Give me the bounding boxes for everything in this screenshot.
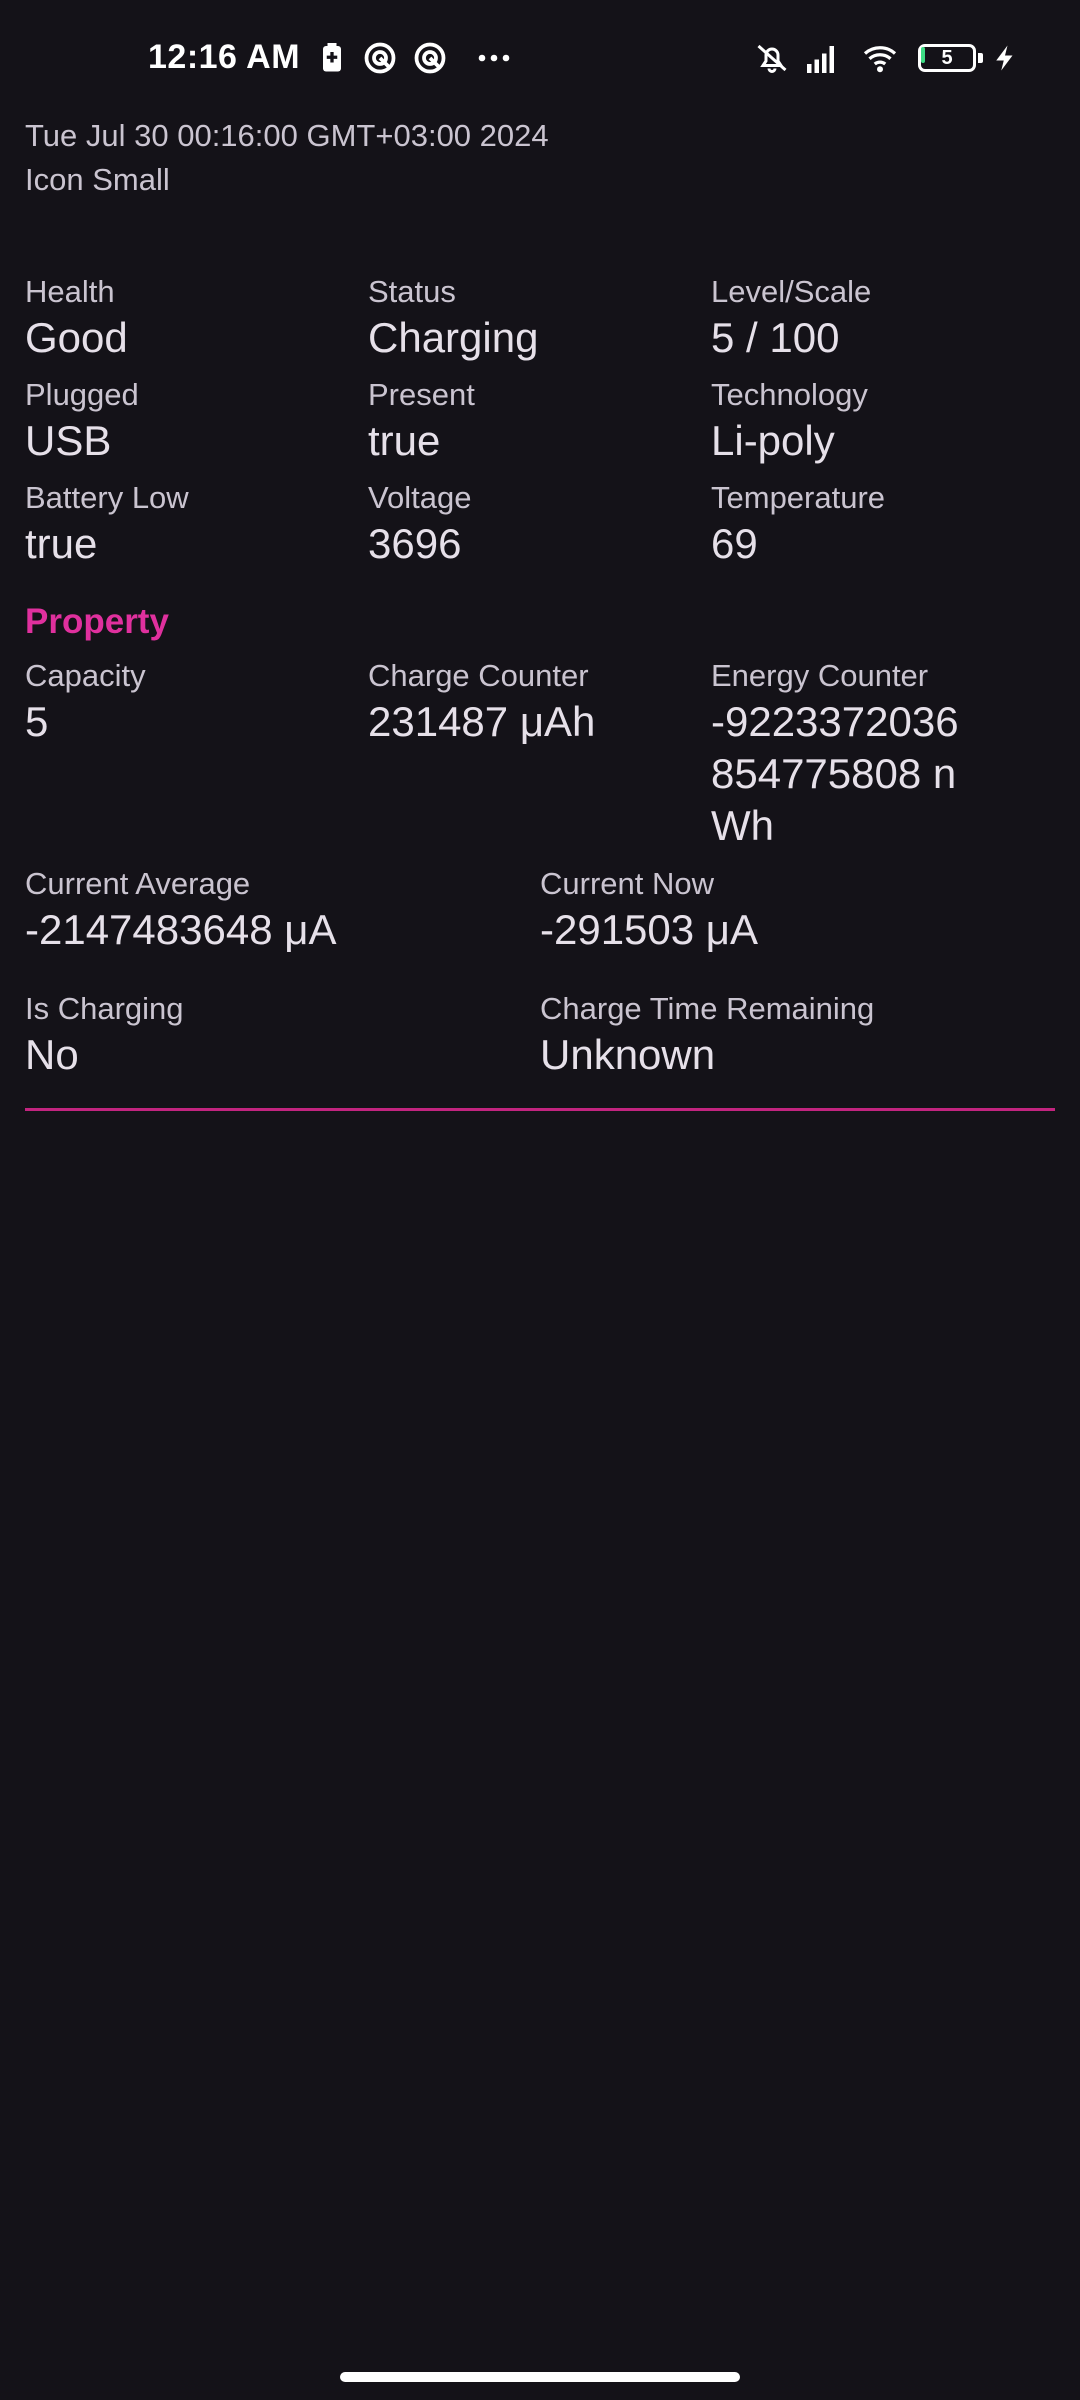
notification-app-icon (362, 40, 398, 76)
status-label: Status (368, 274, 456, 309)
level-scale-field: Level/Scale 5 / 100 (711, 272, 871, 364)
health-value: Good (25, 314, 128, 361)
current-average-value: -2147483648 μA (25, 906, 337, 953)
status-field: Status Charging (368, 272, 538, 364)
temperature-label: Temperature (711, 480, 886, 515)
status-bar: 12:16 AM 5 (0, 0, 1080, 120)
is-charging-field: Is Charging No (25, 989, 184, 1081)
notification-app-icon (412, 40, 448, 76)
technology-label: Technology (711, 377, 868, 412)
temperature-field: Temperature 69 (711, 478, 885, 570)
more-dots-icon (476, 40, 512, 76)
status-time: 12:16 AM (148, 38, 301, 76)
capacity-label: Capacity (25, 658, 146, 693)
charge-time-remaining-label: Charge Time Remaining (540, 991, 875, 1026)
silent-mode-icon (754, 40, 790, 76)
plugged-field: Plugged USB (25, 375, 139, 467)
battery-level-text: 5 (941, 47, 953, 69)
signal-icon (804, 40, 840, 76)
energy-counter-label: Energy Counter (711, 658, 929, 693)
wifi-icon (862, 40, 898, 76)
charge-counter-label: Charge Counter (368, 658, 589, 693)
battery-low-label: Battery Low (25, 480, 189, 515)
battery-icon: 5 (918, 44, 984, 76)
charging-bolt-icon (990, 40, 1020, 76)
status-value: Charging (368, 314, 539, 361)
current-now-label: Current Now (540, 866, 714, 901)
section-divider (25, 1108, 1055, 1111)
present-value: true (368, 417, 441, 464)
plugged-label: Plugged (25, 377, 139, 412)
is-charging-value: No (25, 1031, 79, 1078)
current-average-field: Current Average -2147483648 μA (25, 864, 336, 956)
is-charging-label: Is Charging (25, 991, 184, 1026)
temperature-value: 69 (711, 520, 758, 567)
level-scale-value: 5 / 100 (711, 314, 840, 361)
health-field: Health Good (25, 272, 128, 364)
health-label: Health (25, 274, 115, 309)
current-average-label: Current Average (25, 866, 251, 901)
charge-time-remaining-value: Unknown (540, 1031, 716, 1078)
level-scale-label: Level/Scale (711, 274, 872, 309)
battery-low-value: true (25, 520, 98, 567)
battery-low-field: Battery Low true (25, 478, 189, 570)
voltage-label: Voltage (368, 480, 472, 515)
capacity-field: Capacity 5 (25, 656, 146, 748)
current-now-field: Current Now -291503 μA (540, 864, 758, 956)
charge-counter-field: Charge Counter 231487 μAh (368, 656, 595, 748)
current-now-value: -291503 μA (540, 906, 759, 953)
energy-counter-field: Energy Counter -9223372036854775808 nWh (711, 656, 981, 852)
present-field: Present true (368, 375, 475, 467)
voltage-value: 3696 (368, 520, 462, 567)
energy-counter-value: -9223372036854775808 nWh (711, 698, 959, 849)
voltage-field: Voltage 3696 (368, 478, 471, 570)
technology-value: Li-poly (711, 417, 835, 464)
property-section-title: Property (25, 602, 169, 641)
timestamp-text: Tue Jul 30 00:16:00 GMT+03:00 2024 (25, 118, 549, 153)
gesture-nav-handle[interactable] (340, 2372, 740, 2382)
plugged-value: USB (25, 417, 112, 464)
charge-time-remaining-field: Charge Time Remaining Unknown (540, 989, 874, 1081)
battery-saver-icon (314, 40, 350, 76)
charge-counter-value: 231487 μAh (368, 698, 596, 745)
present-label: Present (368, 377, 475, 412)
technology-field: Technology Li-poly (711, 375, 868, 467)
capacity-value: 5 (25, 698, 49, 745)
widget-subtitle: Icon Small (25, 162, 170, 197)
